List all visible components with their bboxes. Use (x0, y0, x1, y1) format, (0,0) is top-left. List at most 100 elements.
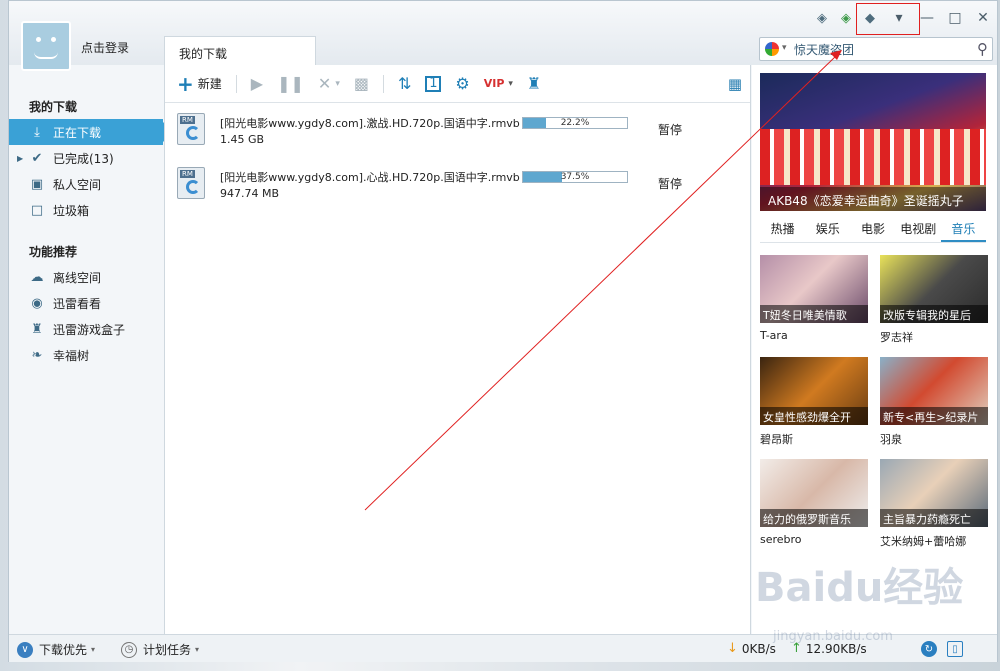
video-card[interactable]: 女皇性感劲爆全开 碧昂斯 (760, 357, 868, 447)
thumbnail-caption: 给力的俄罗斯音乐 (760, 509, 868, 527)
artist-label[interactable]: 碧昂斯 (760, 431, 868, 447)
artist-label[interactable]: 艾米纳姆+蕾哈娜 (880, 533, 988, 549)
search-box[interactable]: ▾ ⚲ (759, 37, 993, 61)
progress-text: 37.5% (560, 172, 590, 182)
tab-entertainment[interactable]: 娱乐 (805, 217, 850, 242)
video-thumbnail[interactable]: 女皇性感劲爆全开 (760, 357, 868, 425)
video-card[interactable]: 新专<再生>纪录片 羽泉 (880, 357, 988, 447)
check-icon: ✔ (31, 150, 43, 166)
toolbar: + 新建 ▶ ❚❚ ✕ ▾ ▩ ⇅ 1 ⚙ VIP ▾ ♜ ▦ (165, 65, 750, 103)
toolbar-divider (235, 74, 237, 93)
artist-label[interactable]: T-ara (760, 329, 868, 342)
sidebar-section-downloads: 我的下载 (29, 100, 78, 114)
vip-icon[interactable]: VIP ▾ (484, 77, 513, 90)
video-card[interactable]: 给力的俄罗斯音乐 serebro (760, 459, 868, 546)
play-button[interactable]: ▶ (251, 74, 263, 93)
login-link[interactable]: 点击登录 (81, 39, 129, 56)
sidebar-item-completed[interactable]: ▶ ✔ 已完成(13) (9, 145, 163, 171)
sidebar-item-label: 幸福树 (53, 348, 90, 363)
sidebar: 我的下载 ⤓ 正在下载 ▶ ✔ 已完成(13) ▣ 私人空间 □ 垃圾箱 功能推… (9, 86, 173, 634)
title-bar[interactable]: 点击登录 我的下载 ◈ ◈ ◆ ▾ — □ ✕ ▾ ⚲ (9, 1, 997, 71)
sidebar-item-game-box[interactable]: ♜ 迅雷游戏盒子 (9, 316, 163, 342)
video-card[interactable]: 改版专辑我的星后 罗志祥 (880, 255, 988, 345)
tab-tv[interactable]: 电视剧 (896, 217, 941, 242)
download-row[interactable]: RM [阳光电影www.ygdy8.com].激战.HD.720p.国语中字.r… (165, 105, 750, 165)
download-priority-button[interactable]: ∨ 下载优先 ▾ (17, 641, 95, 658)
new-task-label: 新建 (197, 77, 222, 91)
trash-icon: □ (30, 202, 44, 218)
progress-text: 22.2% (560, 118, 590, 128)
chevron-down-icon[interactable]: ▾ (782, 43, 787, 53)
banner-caption: AKB48《恋爱幸运曲奇》圣诞摇丸子 (760, 187, 986, 211)
gamepad-icon: ♜ (31, 321, 43, 337)
download-list-panel: + 新建 ▶ ❚❚ ✕ ▾ ▩ ⇅ 1 ⚙ VIP ▾ ♜ ▦ RM [阳光电影ww… (164, 65, 751, 635)
video-thumbnail[interactable]: 主旨暴力药瘾死亡 (880, 459, 988, 527)
chevron-down-icon: ▾ (91, 645, 96, 654)
artist-label[interactable]: serebro (760, 533, 868, 546)
file-size: 947.74 MB (220, 187, 280, 200)
sidebar-item-label: 正在下载 (53, 125, 102, 140)
download-row[interactable]: RM [阳光电影www.ygdy8.com].心战.HD.720p.国语中字.r… (165, 159, 750, 219)
plan-label: 计划任务 (143, 643, 192, 657)
sidebar-item-xunlei-kankan[interactable]: ◉ 迅雷看看 (9, 290, 163, 316)
video-card[interactable]: T妞冬日唯美情歌 T-ara (760, 255, 868, 342)
avatar[interactable] (21, 21, 71, 71)
thumbnail-caption: 主旨暴力药瘾死亡 (880, 509, 988, 527)
shield-icon: ◉ (31, 295, 43, 311)
search-engine-icon[interactable] (765, 42, 779, 56)
file-name: [阳光电影www.ygdy8.com].激战.HD.720p.国语中字.rmvb (220, 117, 520, 130)
priority-icon: ∨ (17, 641, 33, 658)
folder-icon[interactable]: ▩ (354, 74, 369, 93)
sidebar-item-label: 已完成(13) (53, 151, 114, 166)
video-thumbnail[interactable]: 新专<再生>纪录片 (880, 357, 988, 425)
search-icon[interactable]: ⚲ (977, 40, 988, 58)
tab-movie[interactable]: 电影 (850, 217, 895, 242)
expand-icon[interactable]: ▶ (17, 154, 23, 163)
leaf-icon: ❧ (31, 347, 43, 363)
download-icon: ⤓ (34, 124, 40, 140)
cloud-icon: ☁ (30, 269, 44, 285)
video-thumbnail[interactable]: 给力的俄罗斯音乐 (760, 459, 868, 527)
maximize-button[interactable]: □ (941, 3, 969, 33)
annotation-highlight-box (856, 3, 920, 35)
skin-green-icon[interactable]: ◈ (837, 9, 855, 27)
clock-icon: ◷ (121, 641, 137, 658)
sidebar-item-happy-tree[interactable]: ❧ 幸福树 (9, 342, 163, 368)
thumbnail-caption: T妞冬日唯美情歌 (760, 305, 868, 323)
gear-icon[interactable]: ⚙ (455, 74, 469, 93)
artist-label[interactable]: 罗志祥 (880, 329, 988, 345)
tab-hot[interactable]: 热播 (760, 217, 805, 242)
sidebar-item-label: 私人空间 (53, 177, 102, 192)
search-input[interactable] (794, 41, 964, 57)
category-tabs: 热播 娱乐 电影 电视剧 音乐 (760, 217, 987, 243)
artist-label[interactable]: 羽泉 (880, 431, 988, 447)
skin-icon[interactable]: ◈ (813, 9, 831, 27)
close-button[interactable]: ✕ (969, 3, 997, 33)
single-task-icon[interactable]: 1 (425, 75, 442, 92)
video-thumbnail[interactable]: T妞冬日唯美情歌 (760, 255, 868, 323)
rmvb-file-icon: RM (177, 167, 205, 199)
video-card[interactable]: 主旨暴力药瘾死亡 艾米纳姆+蕾哈娜 (880, 459, 988, 549)
thumbnail-caption: 新专<再生>纪录片 (880, 407, 988, 425)
video-thumbnail[interactable]: 改版专辑我的星后 (880, 255, 988, 323)
sidebar-item-label: 垃圾箱 (53, 203, 90, 218)
watermark: Baidu经验 jingyan.baidu.com (755, 555, 995, 655)
sidebar-item-downloading[interactable]: ⤓ 正在下载 (9, 119, 173, 145)
delete-button[interactable]: ✕ ▾ (318, 74, 340, 93)
sidebar-item-offline-space[interactable]: ☁ 离线空间 (9, 264, 163, 290)
scheduled-task-button[interactable]: ◷ 计划任务 ▾ (121, 641, 199, 658)
chevron-down-icon: ▾ (195, 645, 200, 654)
grid-view-icon[interactable]: ▦ (728, 75, 742, 93)
banner-image[interactable]: AKB48《恋爱幸运曲奇》圣诞摇丸子 (760, 73, 986, 211)
tab-my-downloads[interactable]: 我的下载 (164, 36, 316, 66)
sort-icon[interactable]: ⇅ (398, 74, 411, 93)
pause-button[interactable]: ❚❚ (277, 74, 304, 93)
gamepad-icon[interactable]: ♜ (527, 74, 541, 93)
sidebar-item-private-space[interactable]: ▣ 私人空间 (9, 171, 163, 197)
recommend-panel: AKB48《恋爱幸运曲奇》圣诞摇丸子 热播 娱乐 电影 电视剧 音乐 T妞冬日唯… (752, 65, 997, 635)
lock-icon: ▣ (30, 176, 44, 192)
tab-music[interactable]: 音乐 (940, 217, 987, 242)
file-size: 1.45 GB (220, 133, 265, 146)
new-task-button[interactable]: + 新建 (177, 72, 222, 96)
sidebar-item-trash[interactable]: □ 垃圾箱 (9, 197, 163, 223)
